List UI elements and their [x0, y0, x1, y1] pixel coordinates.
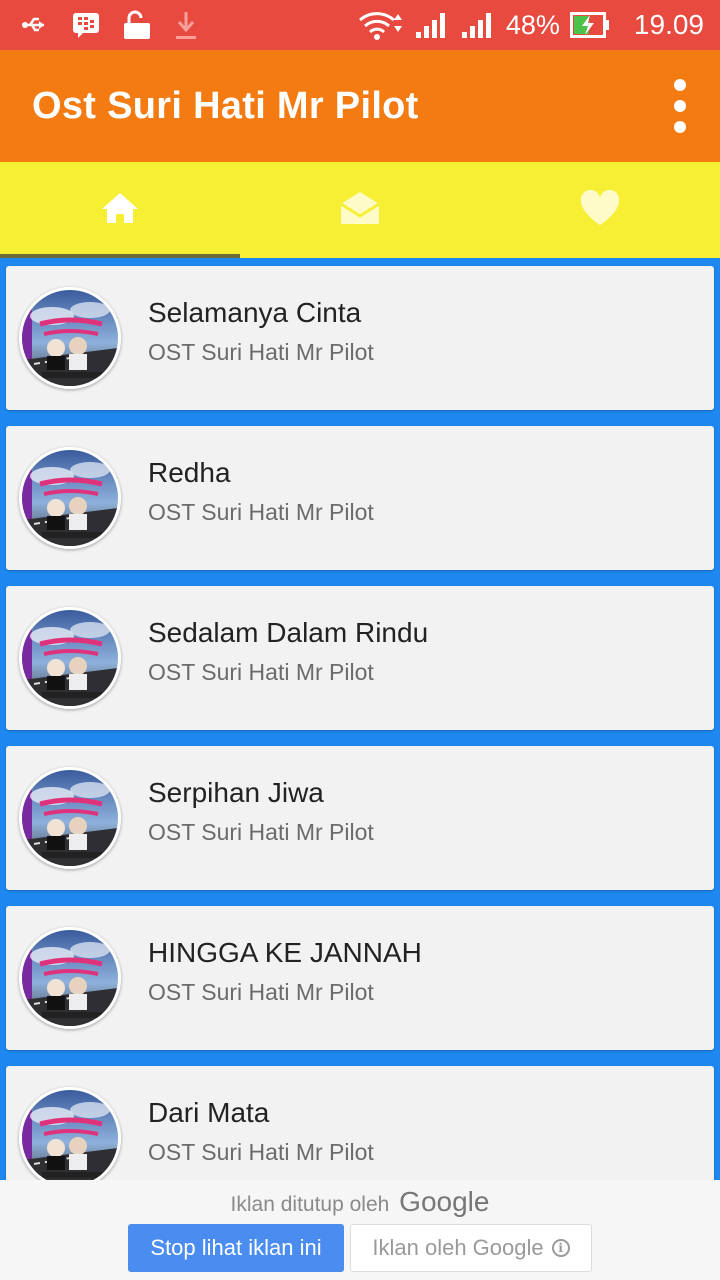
song-title: Dari Mata: [148, 1096, 270, 1128]
song-subtitle: OST Suri Hati Mr Pilot: [148, 658, 374, 685]
song-card[interactable]: Serpihan Jiwa OST Suri Hati Mr Pilot: [6, 746, 714, 890]
ad-closed-label: Iklan ditutup oleh: [230, 1193, 390, 1216]
open-mail-icon: [339, 190, 381, 231]
clock: 19.09: [633, 9, 704, 40]
ads-by-google-label: Iklan oleh Google: [372, 1235, 544, 1260]
song-card[interactable]: Dari Mata OST Suri Hati Mr Pilot: [6, 1066, 714, 1180]
album-art-thumbnail: [19, 447, 121, 549]
song-title: Redha: [148, 456, 231, 488]
app-bar: Ost Suri Hati Mr Pilot: [0, 50, 720, 162]
ad-footer: Iklan ditutup oleh Google Stop lihat ikl…: [0, 1180, 720, 1280]
song-card[interactable]: Redha OST Suri Hati Mr Pilot: [6, 426, 714, 570]
song-text: Dari Mata OST Suri Hati Mr Pilot: [148, 1097, 374, 1166]
song-title: Selamanya Cinta: [148, 296, 362, 328]
info-icon: i: [551, 1239, 570, 1257]
home-icon: [100, 191, 140, 230]
song-card[interactable]: Sedalam Dalam Rindu OST Suri Hati Mr Pilo…: [6, 586, 714, 730]
tab-favorites[interactable]: [480, 162, 720, 258]
song-card[interactable]: Selamanya Cinta OST Suri Hati Mr Pilot: [6, 266, 714, 410]
heart-icon: [579, 189, 621, 232]
album-art-thumbnail: [19, 287, 121, 389]
wifi-icon: [358, 10, 404, 40]
signal-icon: [414, 10, 450, 40]
song-subtitle: OST Suri Hati Mr Pilot: [148, 498, 374, 525]
google-logo: Google: [399, 1186, 490, 1217]
album-art-thumbnail: [19, 607, 121, 709]
stop-seeing-ad-button[interactable]: Stop lihat iklan ini: [128, 1224, 344, 1272]
song-title: Serpihan Jiwa: [148, 776, 324, 808]
song-title: HINGGA KE JANNAH: [148, 936, 422, 968]
album-art-thumbnail: [19, 767, 121, 869]
more-vert-icon[interactable]: [640, 50, 720, 162]
battery-charging-icon: [569, 12, 610, 38]
song-subtitle: OST Suri Hati Mr Pilot: [148, 338, 374, 365]
song-subtitle: OST Suri Hati Mr Pilot: [148, 818, 374, 845]
tab-bar: [0, 162, 720, 258]
app-title: Ost Suri Hati Mr Pilot: [32, 84, 419, 127]
song-text: HINGGA KE JANNAH OST Suri Hati Mr Pilot: [148, 937, 422, 1006]
signal-icon: [460, 10, 496, 40]
song-text: Redha OST Suri Hati Mr Pilot: [148, 457, 374, 526]
song-text: Serpihan Jiwa OST Suri Hati Mr Pilot: [148, 777, 374, 846]
tab-home[interactable]: [0, 162, 240, 258]
song-card[interactable]: HINGGA KE JANNAH OST Suri Hati Mr Pilot: [6, 906, 714, 1050]
unlock-icon: [122, 10, 152, 40]
song-title: Sedalam Dalam Rindu: [148, 616, 429, 648]
ads-by-google-button[interactable]: Iklan oleh Google i: [350, 1224, 592, 1272]
song-text: Sedalam Dalam Rindu OST Suri Hati Mr Pilo…: [148, 617, 428, 686]
song-subtitle: OST Suri Hati Mr Pilot: [148, 1138, 374, 1165]
bbm-icon: [72, 12, 100, 38]
download-icon: [174, 10, 198, 40]
song-subtitle: OST Suri Hati Mr Pilot: [148, 978, 374, 1005]
tab-messages[interactable]: [240, 162, 480, 258]
song-list: Selamanya Cinta OST Suri Hati Mr Pilot Red…: [0, 258, 720, 1180]
battery-percent: 48%: [505, 9, 560, 40]
ad-closed-text: Iklan ditutup oleh Google: [0, 1186, 720, 1218]
album-art-thumbnail: [19, 1087, 121, 1180]
status-bar: 48% 19.09: [0, 0, 720, 50]
song-text: Selamanya Cinta OST Suri Hati Mr Pilot: [148, 297, 374, 366]
album-art-thumbnail: [19, 927, 121, 1029]
usb-icon: [22, 15, 50, 35]
